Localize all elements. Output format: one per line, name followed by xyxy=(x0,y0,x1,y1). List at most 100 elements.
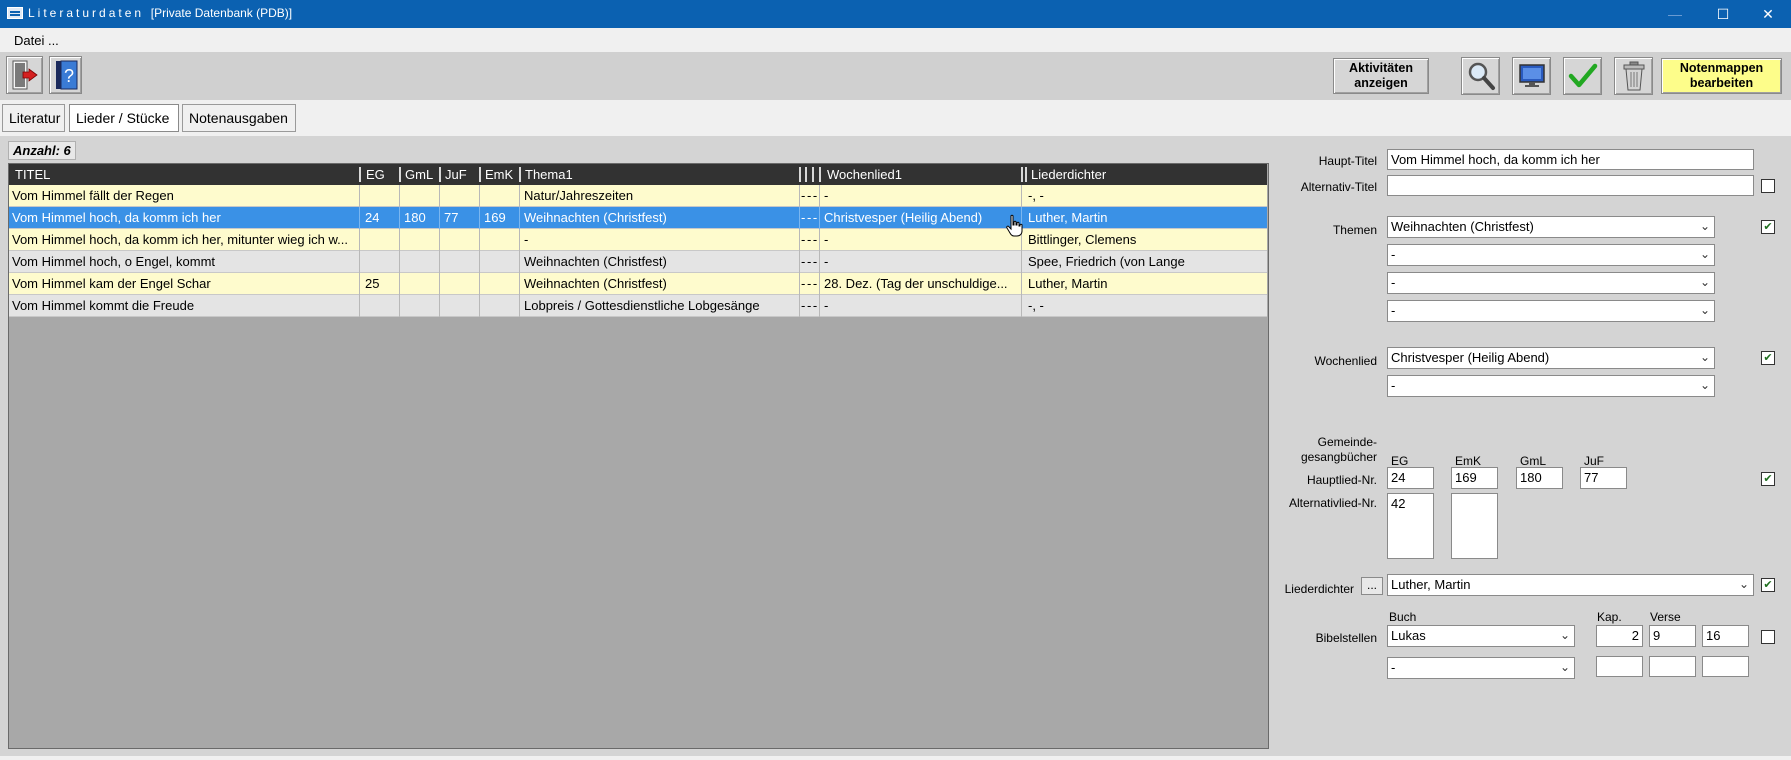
alternative-song-emk-input[interactable] xyxy=(1451,493,1498,559)
edit-folders-label-2: bearbeiten xyxy=(1689,76,1754,90)
column-header-gml[interactable]: GmL xyxy=(405,167,433,182)
maximize-button[interactable]: ☐ xyxy=(1700,0,1746,28)
weekly-song-select-1[interactable]: Christvesper (Heilig Abend) ⌄ xyxy=(1387,347,1715,369)
bible-verse-to-input-2[interactable] xyxy=(1702,656,1749,677)
dropdown-arrow-icon: ⌄ xyxy=(1738,577,1749,591)
alternative-title-checkbox[interactable] xyxy=(1761,179,1775,193)
bible-chapter-input-2[interactable] xyxy=(1596,656,1643,677)
table-row[interactable]: Vom Himmel kommt die Freude Lobpreis / G… xyxy=(9,295,1267,317)
cell-wochenlied1: - xyxy=(824,254,829,269)
trash-can-icon xyxy=(1623,61,1644,91)
column-separator[interactable] xyxy=(359,167,361,182)
column-separator[interactable] xyxy=(819,167,821,182)
topic-select-3[interactable]: - ⌄ xyxy=(1387,272,1715,294)
column-divider xyxy=(439,207,440,229)
exit-button[interactable] xyxy=(6,56,43,94)
column-header-liederdichter[interactable]: Liederdichter xyxy=(1031,167,1106,182)
main-song-juf-input[interactable]: 77 xyxy=(1580,467,1627,489)
cell-thema1: Weihnachten (Christfest) xyxy=(524,254,667,269)
lyricist-label: Liederdichter xyxy=(1284,582,1354,596)
topics-checkbox[interactable]: ✔ xyxy=(1761,220,1775,234)
table-row[interactable]: Vom Himmel kam der Engel Schar 25 Weihna… xyxy=(9,273,1267,295)
main-title-input[interactable]: Vom Himmel hoch, da komm ich her xyxy=(1387,149,1754,170)
cell-hidden-columns: - - - xyxy=(801,210,817,225)
topic-select-2[interactable]: - ⌄ xyxy=(1387,244,1715,266)
column-header-wochenlied1[interactable]: Wochenlied1 xyxy=(827,167,902,182)
weekly-song-checkbox[interactable]: ✔ xyxy=(1761,351,1775,365)
tab-notenausgaben[interactable]: Notenausgaben xyxy=(182,104,296,132)
alternative-song-eg-input[interactable]: 42 xyxy=(1387,493,1434,559)
column-label-gml: GmL xyxy=(1520,454,1547,468)
column-separator[interactable] xyxy=(1025,167,1027,182)
cell-hidden-columns: - - - xyxy=(801,232,817,247)
search-button[interactable] xyxy=(1461,57,1500,95)
column-divider xyxy=(359,295,360,317)
cell-eg: 24 xyxy=(365,210,380,225)
column-header-eg[interactable]: EG xyxy=(366,167,385,182)
column-separator[interactable] xyxy=(812,167,814,182)
column-separator[interactable] xyxy=(1021,167,1023,182)
close-button[interactable]: ✕ xyxy=(1745,0,1791,28)
tab-lieder-stuecke[interactable]: Lieder / Stücke xyxy=(69,104,179,132)
column-separator[interactable] xyxy=(399,167,401,182)
topic-select-1[interactable]: Weihnachten (Christfest) ⌄ xyxy=(1387,216,1715,238)
column-divider xyxy=(819,273,820,295)
alternative-song-number-label: Alternativlied-Nr. xyxy=(1288,496,1377,510)
minimize-button[interactable]: — xyxy=(1652,0,1698,28)
lyricist-checkbox[interactable]: ✔ xyxy=(1761,578,1775,592)
cell-thema1: Weihnachten (Christfest) xyxy=(524,276,667,291)
column-divider xyxy=(799,295,800,317)
app-icon xyxy=(7,7,23,19)
column-divider xyxy=(1021,185,1022,207)
alternative-title-input[interactable] xyxy=(1387,175,1754,196)
column-header-emk[interactable]: EmK xyxy=(485,167,513,182)
table-row[interactable]: Vom Himmel hoch, o Engel, kommt Weihnach… xyxy=(9,251,1267,273)
hymnals-checkbox[interactable]: ✔ xyxy=(1761,472,1775,486)
help-button[interactable]: ? xyxy=(49,56,82,94)
column-divider xyxy=(519,207,520,229)
main-song-gml-input[interactable]: 180 xyxy=(1516,467,1563,489)
column-header-thema1[interactable]: Thema1 xyxy=(525,167,573,182)
cell-liederdichter: Luther, Martin xyxy=(1028,210,1108,225)
column-separator[interactable] xyxy=(805,167,807,182)
bible-book-select-1[interactable]: Lukas ⌄ xyxy=(1387,625,1575,647)
topic-select-4[interactable]: - ⌄ xyxy=(1387,300,1715,322)
lyricist-browse-button[interactable]: ... xyxy=(1361,577,1383,595)
lyricist-select[interactable]: Luther, Martin ⌄ xyxy=(1387,574,1754,596)
column-divider xyxy=(399,185,400,207)
tab-literatur[interactable]: Literatur xyxy=(2,104,65,132)
bible-chapter-input-1[interactable]: 2 xyxy=(1596,625,1643,647)
weekly-song-select-2[interactable]: - ⌄ xyxy=(1387,375,1715,397)
menu-datei[interactable]: Datei ... xyxy=(14,33,59,48)
main-song-emk-input[interactable]: 169 xyxy=(1451,467,1498,489)
bible-book-select-2[interactable]: - ⌄ xyxy=(1387,657,1575,679)
songs-grid[interactable]: TITEL EG GmL JuF EmK Thema1 Wochenlied1 … xyxy=(8,163,1269,749)
bible-verse-from-input-2[interactable] xyxy=(1649,656,1696,677)
bible-book-select-1-value: Lukas xyxy=(1391,628,1426,643)
bible-references-checkbox[interactable] xyxy=(1761,630,1775,644)
display-button[interactable] xyxy=(1512,57,1551,95)
main-song-eg-input[interactable]: 24 xyxy=(1387,467,1434,489)
column-divider xyxy=(519,251,520,273)
cell-title: Vom Himmel kam der Engel Schar xyxy=(12,276,211,291)
edit-folders-button[interactable]: Notenmappen bearbeiten xyxy=(1661,58,1782,94)
column-header-juf[interactable]: JuF xyxy=(445,167,467,182)
delete-button[interactable] xyxy=(1614,57,1653,95)
column-separator[interactable] xyxy=(479,167,481,182)
column-header-title[interactable]: TITEL xyxy=(15,167,50,182)
lyricist-select-value: Luther, Martin xyxy=(1391,577,1471,592)
column-separator[interactable] xyxy=(519,167,521,182)
dropdown-arrow-icon: ⌄ xyxy=(1559,660,1570,674)
bible-verse-to-input-1[interactable]: 16 xyxy=(1702,625,1749,647)
column-separator[interactable] xyxy=(439,167,441,182)
cell-liederdichter: -, - xyxy=(1028,188,1044,203)
column-label-juf: JuF xyxy=(1584,454,1605,468)
column-separator[interactable] xyxy=(799,167,801,182)
cell-wochenlied1: - xyxy=(824,188,829,203)
show-activities-button[interactable]: Aktivitäten anzeigen xyxy=(1333,58,1429,94)
bible-verse-from-input-1[interactable]: 9 xyxy=(1649,625,1696,647)
table-row-selected[interactable]: Vom Himmel hoch, da komm ich her 24 180 … xyxy=(9,207,1267,229)
confirm-button[interactable] xyxy=(1563,57,1602,95)
table-row[interactable]: Vom Himmel hoch, da komm ich her, mitunt… xyxy=(9,229,1267,251)
table-row[interactable]: Vom Himmel fällt der Regen Natur/Jahresz… xyxy=(9,185,1267,207)
